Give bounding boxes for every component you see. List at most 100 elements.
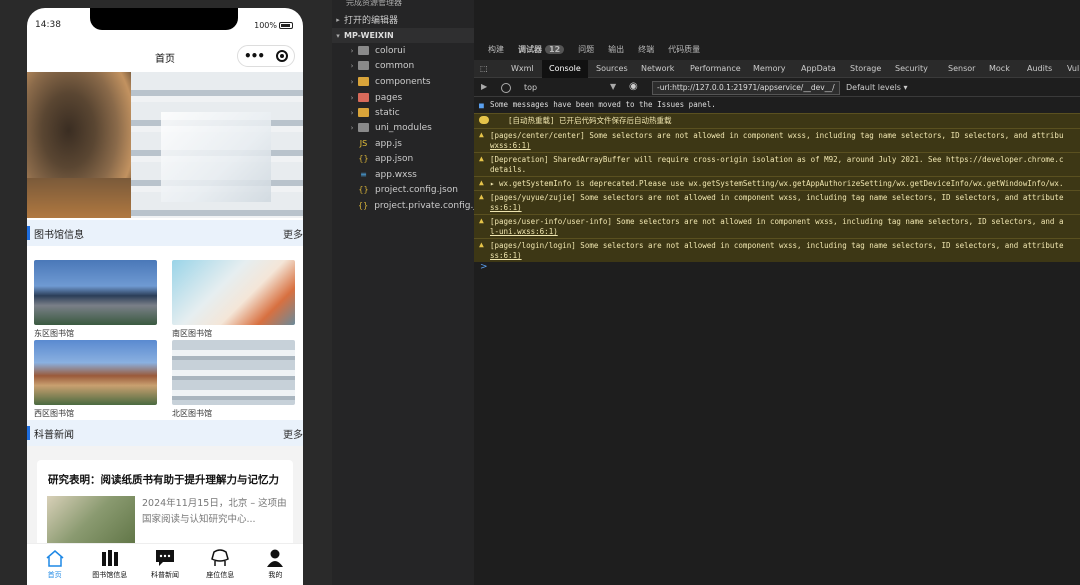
tab-problems[interactable]: 问题 — [578, 44, 594, 55]
log-entry-warning[interactable]: ▲ ▸ wx.getSystemInfo is deprecated.Pleas… — [474, 176, 1080, 190]
tab-memory[interactable]: Memory — [753, 64, 786, 73]
tab-label: 科普新闻 — [151, 571, 179, 579]
miniprogram-capsule[interactable]: ••• — [237, 45, 295, 67]
open-editors-toggle[interactable]: ▸ 打开的编辑器 — [332, 12, 474, 27]
wxss-file-icon: ≡ — [360, 170, 367, 179]
library-image — [172, 260, 295, 325]
tree-item-label: uni_modules — [375, 122, 432, 133]
more-link[interactable]: 更多 — [283, 226, 303, 241]
tree-item-common[interactable]: › common — [332, 58, 474, 73]
tab-mine[interactable]: 我的 — [248, 544, 303, 585]
tree-item-pages[interactable]: › pages — [332, 90, 474, 105]
tab-terminal[interactable]: 终端 — [638, 44, 654, 55]
tree-item-app-wxss[interactable]: ≡ app.wxss — [332, 167, 474, 182]
tab-audits[interactable]: Audits — [1027, 64, 1052, 73]
user-icon — [265, 549, 285, 567]
tab-science-news[interactable]: 科普新闻 — [137, 544, 192, 585]
tab-label: 座位信息 — [206, 571, 235, 579]
log-text: [pages/user-info/user-info] Some selecto… — [490, 217, 1064, 226]
tab-security[interactable]: Security — [895, 64, 928, 73]
tab-seat-info[interactable]: 座位信息 — [193, 544, 248, 585]
log-source-link[interactable]: ss:6:1) — [490, 251, 1080, 261]
log-source-link[interactable]: l-uni.wxss:6:1) — [490, 227, 1080, 237]
tree-item-app-json[interactable]: {} app.json — [332, 151, 474, 166]
more-dots-icon[interactable]: ••• — [244, 49, 265, 63]
sidebar-toggle-icon[interactable]: ▶ — [481, 82, 487, 91]
library-card-west[interactable]: 西区图书馆 — [34, 340, 157, 419]
console-prompt[interactable]: > — [480, 262, 488, 272]
news-summary: 2024年11月15日，北京 – 这项由国家阅读与认知研究中心... — [142, 498, 287, 525]
tree-item-label: static — [375, 107, 400, 118]
tree-item-project-config[interactable]: {} project.config.json — [332, 182, 474, 197]
log-entry-info: ■ Some messages have been moved to the I… — [474, 100, 1080, 112]
tab-sources[interactable]: Sources — [596, 64, 628, 73]
chevron-right-icon: › — [350, 108, 354, 117]
more-link[interactable]: 更多 — [283, 426, 303, 441]
log-entry-warning[interactable]: ▲ [pages/user-info/user-info] Some selec… — [474, 214, 1080, 238]
tab-debugger[interactable]: 调试器 12 — [518, 44, 565, 55]
tree-item-project-private-config[interactable]: {} project.private.config.js... — [332, 198, 489, 213]
eye-icon[interactable]: ◉ — [629, 81, 638, 92]
folder-icon — [358, 46, 369, 55]
library-card-north[interactable]: 北区图书馆 — [172, 340, 295, 419]
banner-carousel[interactable] — [27, 72, 303, 218]
library-card-south[interactable]: 南区图书馆 — [172, 260, 295, 339]
tab-appdata[interactable]: AppData — [801, 64, 836, 73]
log-source-link[interactable]: ss:6:1) — [490, 203, 1080, 213]
tree-item-label: pages — [375, 92, 403, 103]
tree-item-label: app.wxss — [375, 169, 417, 180]
log-levels-dropdown[interactable]: Default levels ▾ — [846, 83, 908, 92]
file-explorer: 完成资源管理器 ▸ 打开的编辑器 ▾ MP-WEIXIN › colorui › c… — [332, 0, 489, 585]
banner-image-reading-room — [27, 72, 131, 218]
clear-console-icon[interactable] — [501, 83, 511, 93]
tab-build[interactable]: 构建 — [488, 44, 504, 55]
tab-library-info[interactable]: 图书馆信息 — [82, 544, 137, 585]
chevron-down-icon[interactable]: ▼ — [610, 82, 616, 91]
tab-network[interactable]: Network — [641, 64, 674, 73]
context-selector[interactable]: top — [524, 83, 537, 92]
warning-icon: ▲ — [479, 240, 484, 249]
tree-item-label: app.json — [375, 153, 414, 164]
section-title: 科普新闻 — [34, 430, 74, 441]
tree-item-uni-modules[interactable]: › uni_modules — [332, 120, 474, 135]
console-filter-input[interactable]: -url:http://127.0.0.1:21971/appservice/_… — [652, 81, 840, 95]
tab-home[interactable]: 首页 — [27, 544, 82, 585]
tab-sensor[interactable]: Sensor — [948, 64, 975, 73]
log-entry-warning[interactable]: ▲ [pages/center/center] Some selectors a… — [474, 128, 1080, 152]
devtools-panel-tabs: ⬚ Wxml Console Sources Network Performan… — [474, 60, 1080, 78]
phone-notch — [90, 8, 238, 30]
hot-reload-icon — [479, 116, 489, 124]
chevron-right-icon: › — [350, 61, 354, 70]
tab-vul[interactable]: Vul — [1067, 64, 1079, 73]
tab-performance[interactable]: Performance — [690, 64, 741, 73]
tab-wxml[interactable]: Wxml — [511, 64, 534, 73]
tab-code-quality[interactable]: 代码质量 — [668, 44, 700, 55]
library-image — [34, 260, 157, 325]
tree-item-label: project.config.json — [375, 184, 458, 195]
status-time: 14:38 — [35, 20, 61, 30]
tree-item-static[interactable]: › static — [332, 105, 474, 120]
close-target-icon[interactable] — [275, 50, 288, 62]
seat-icon — [210, 549, 230, 567]
tab-console[interactable]: Console — [542, 60, 588, 78]
tree-item-colorui[interactable]: › colorui — [332, 43, 474, 58]
chevron-right-icon: ▸ — [336, 15, 340, 24]
devtools-top-tabs: 构建 调试器 12 问题 输出 终端 代码质量 — [474, 40, 1080, 58]
log-source-link[interactable]: wxss:6:1) — [490, 141, 1080, 151]
chevron-right-icon: › — [350, 93, 354, 102]
log-entry-warning[interactable]: ▲ [pages/login/login] Some selectors are… — [474, 238, 1080, 262]
folder-icon — [358, 93, 369, 102]
library-card-east[interactable]: 东区图书馆 — [34, 260, 157, 339]
warning-icon: ▲ — [479, 130, 484, 139]
tree-item-components[interactable]: › components — [332, 74, 474, 89]
tree-item-app-js[interactable]: JS app.js — [332, 136, 474, 151]
inspect-element-icon[interactable]: ⬚ — [480, 64, 488, 73]
tab-storage[interactable]: Storage — [850, 64, 881, 73]
log-entry-warning[interactable]: ▲ [Deprecation] SharedArrayBuffer will r… — [474, 152, 1080, 176]
tab-mock[interactable]: Mock — [989, 64, 1010, 73]
log-entry-warning[interactable]: ▲ [pages/yuyue/zujie] Some selectors are… — [474, 190, 1080, 214]
project-root[interactable]: ▾ MP-WEIXIN — [332, 28, 474, 43]
tab-output[interactable]: 输出 — [608, 44, 624, 55]
section-accent-bar — [27, 226, 30, 240]
warning-icon: ▲ — [479, 154, 484, 163]
